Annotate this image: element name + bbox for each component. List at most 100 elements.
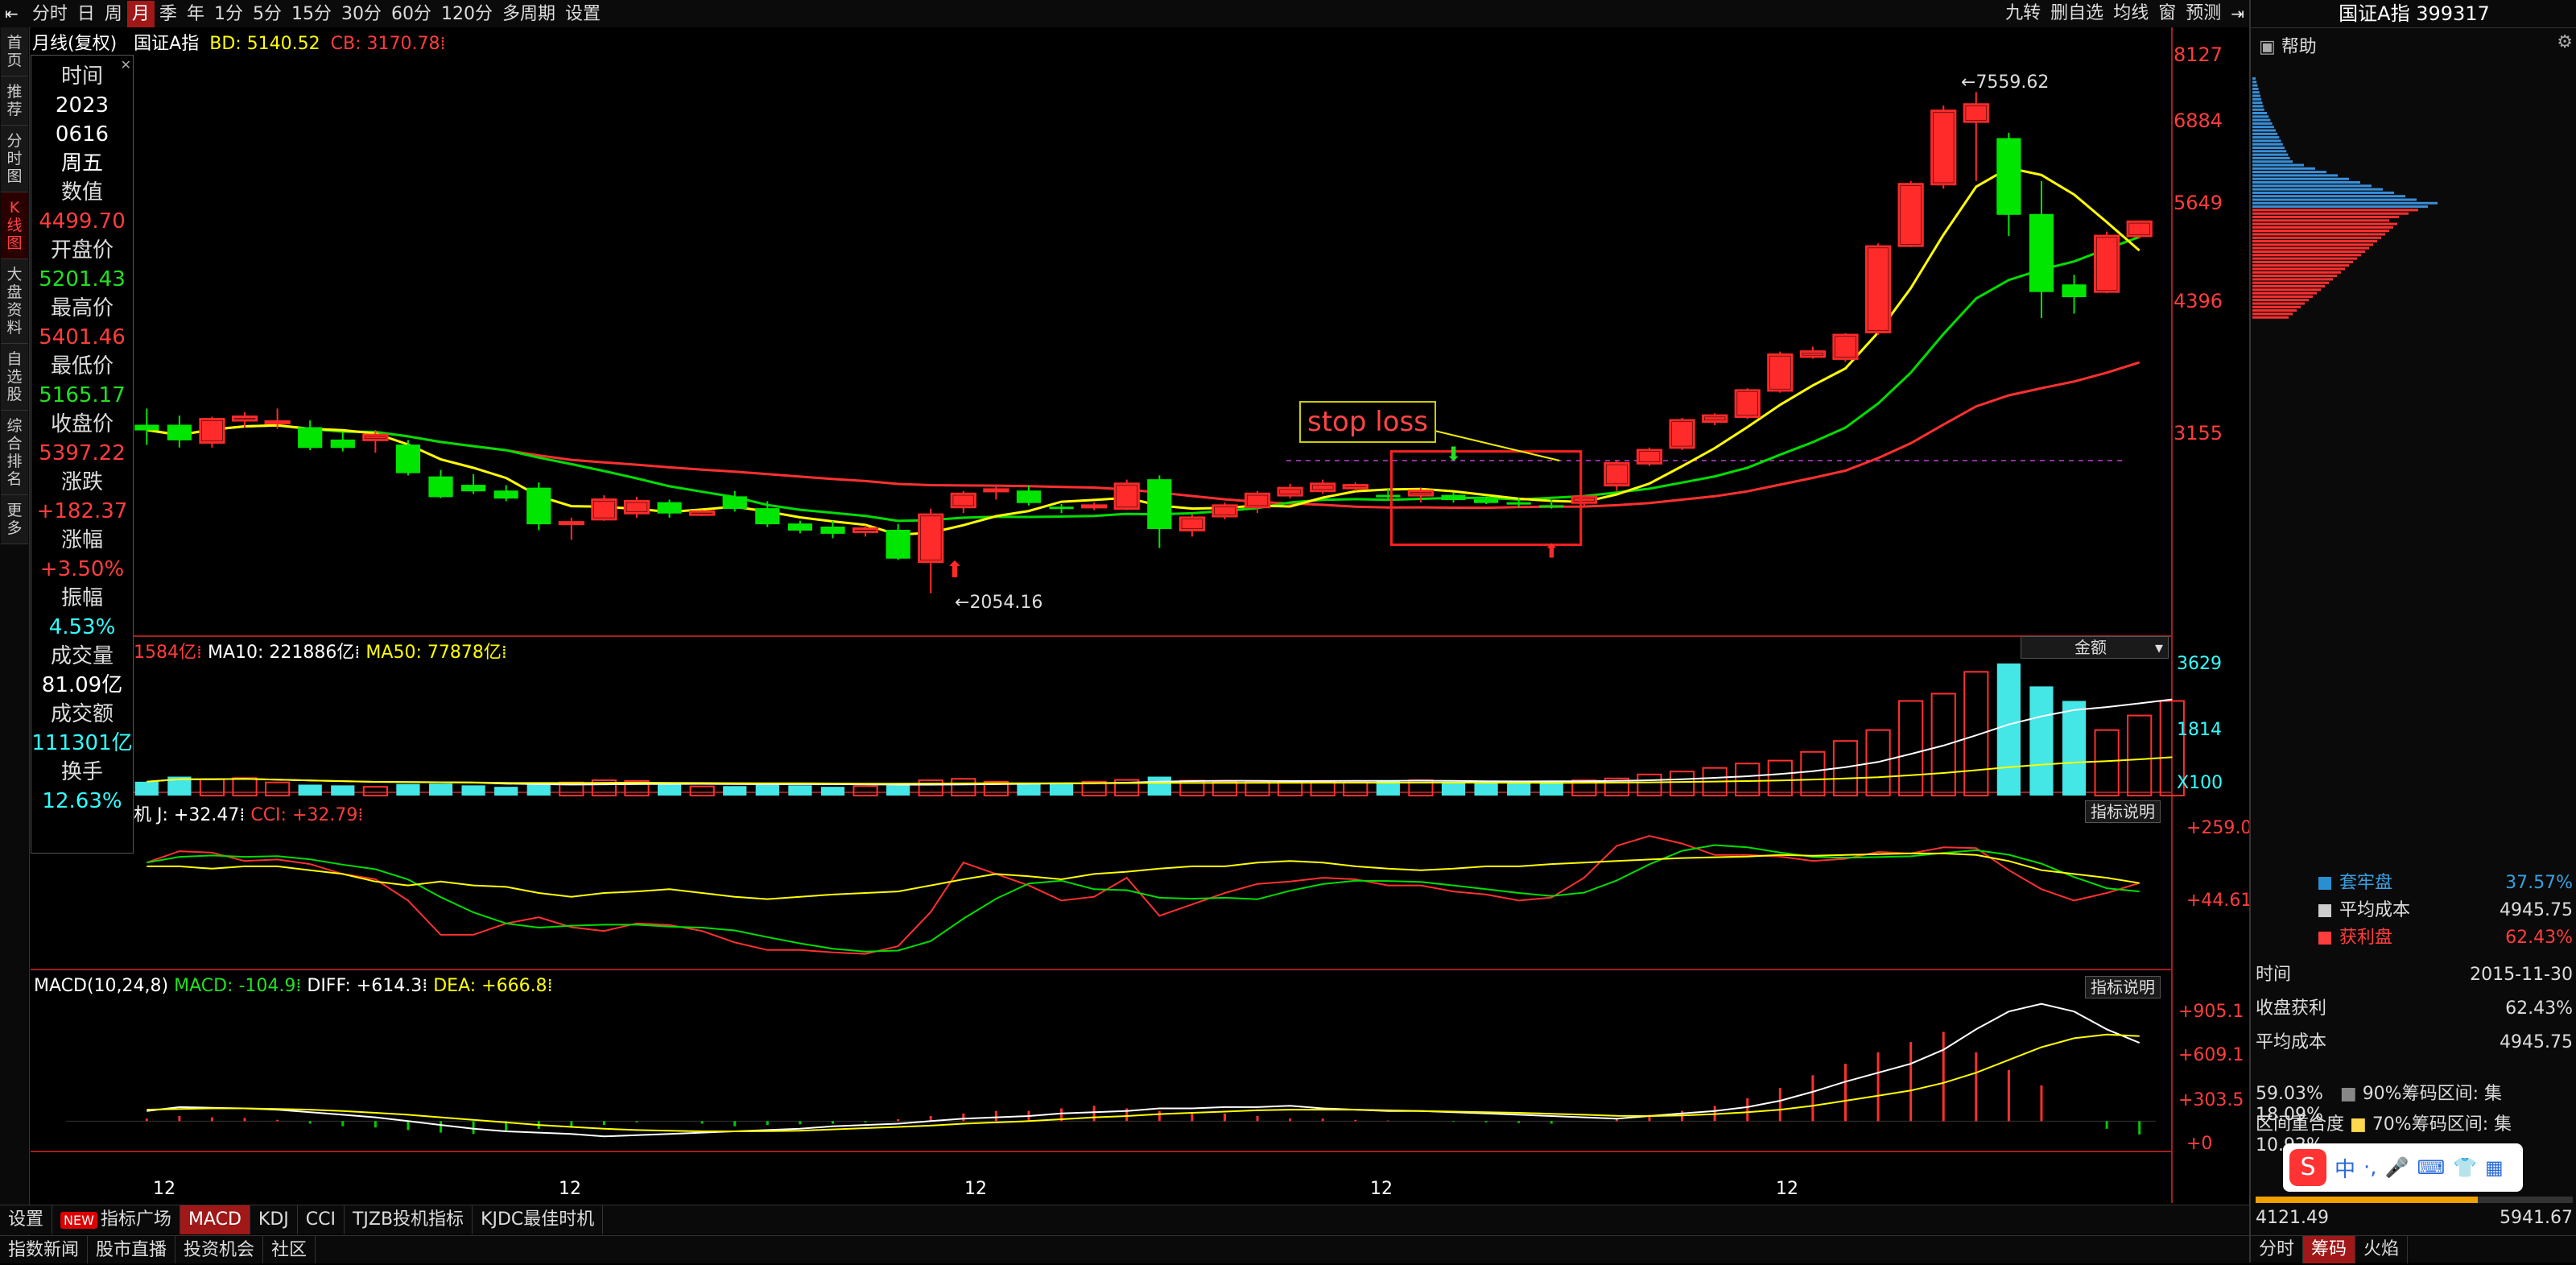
date-value: 0616 [31, 120, 133, 149]
toolbar-right-btn[interactable]: 删自选 [2046, 0, 2108, 27]
news-tab[interactable]: 投资机会 [175, 1236, 263, 1263]
period-tab[interactable]: 120分 [436, 1, 497, 28]
period-tab[interactable]: 多周期 [497, 1, 560, 28]
candle-body [691, 511, 714, 515]
macd-help-button[interactable]: 指标说明 [2085, 976, 2161, 998]
left-nav-tab[interactable]: 自选股 [1, 344, 28, 411]
candle-body [853, 528, 877, 531]
left-nav-tab[interactable]: 更多 [1, 495, 28, 544]
candle-fill [953, 495, 973, 505]
toolbar-right-btn[interactable]: 均线 [2108, 0, 2153, 27]
news-tab[interactable]: 股市直播 [88, 1236, 175, 1263]
chip-tab[interactable]: 分时 [2251, 1236, 2303, 1263]
left-nav-tab[interactable]: 推荐 [1, 76, 28, 126]
ime-punct-icon[interactable]: ·, [2363, 1155, 2377, 1180]
ime-skin-icon[interactable]: 👕 [2453, 1156, 2477, 1179]
left-nav-tab[interactable]: 分时图 [1, 126, 28, 192]
candle-body [559, 523, 583, 524]
close-icon[interactable]: ✕ [121, 57, 131, 72]
volume-bar [658, 784, 681, 796]
candle-fill [1737, 392, 1757, 415]
period-tab[interactable]: 年 [182, 1, 209, 28]
quote-info-panel: ✕ 时间 2023 0616 周五 数值 4499.70 开盘价 5201.43… [31, 55, 134, 854]
candle-fill [2129, 223, 2149, 234]
indicator-tab[interactable]: CCI [298, 1205, 345, 1234]
news-tab[interactable]: 社区 [263, 1236, 316, 1263]
toolbar-right-btn[interactable]: 九转 [2000, 0, 2046, 27]
candle-body [658, 502, 681, 513]
chip-bar-profit [2252, 229, 2389, 232]
ime-menu-icon[interactable]: ▦ [2485, 1156, 2504, 1179]
period-tab[interactable]: 60分 [386, 1, 436, 28]
period-tab[interactable]: 30分 [336, 1, 386, 28]
candle-fill [1607, 465, 1627, 483]
left-nav-tab[interactable]: 综合排名 [1, 411, 28, 495]
indicator-tab[interactable]: NEW指标广场 [52, 1205, 180, 1234]
candle-fill [1934, 113, 1954, 183]
chip-tab[interactable]: 火焰 [2355, 1236, 2408, 1263]
candle-body [299, 428, 322, 448]
period-tab[interactable]: 15分 [287, 1, 336, 28]
volume-bar [429, 783, 452, 796]
macd-tick: +303.5 [2178, 1090, 2244, 1110]
ime-keyboard-icon[interactable]: ⌨ [2417, 1156, 2445, 1179]
left-nav-tab[interactable]: 大盘资料 [1, 259, 28, 344]
period-tab[interactable]: 周 [100, 1, 127, 28]
period-tab[interactable]: 日 [72, 1, 100, 28]
new-badge: NEW [60, 1212, 97, 1229]
news-tab[interactable]: 指数新闻 [0, 1236, 88, 1263]
x-tick: 12 [153, 1179, 175, 1199]
chip-bar-trapped [2252, 147, 2285, 149]
amount-dropdown[interactable]: 金额 ▾ [2021, 636, 2169, 659]
amt-label: 成交额 [31, 700, 133, 729]
candle-body [331, 440, 354, 447]
chip-bar-trapped [2252, 188, 2383, 191]
candle-fill [1117, 486, 1137, 507]
candle-fill [1672, 422, 1692, 446]
period-tab[interactable]: 月 [127, 1, 155, 28]
vol-ma10: MA10: 221886亿 [208, 643, 354, 663]
period-tab[interactable]: 设置 [560, 1, 605, 28]
chip-tab[interactable]: 筹码 [2303, 1236, 2355, 1263]
indicator-tab[interactable]: MACD [180, 1205, 250, 1234]
back-icon[interactable]: ⇤ [0, 0, 23, 27]
news-tabs: 指数新闻股市直播投资机会社区 [0, 1235, 2249, 1263]
settings-icon[interactable]: ⚙ [2557, 32, 2573, 52]
kdj-help-button[interactable]: 指标说明 [2085, 800, 2161, 823]
indicator-tab[interactable]: 设置 [0, 1205, 52, 1234]
r90-b: 90%筹码区间: 集 [2363, 1084, 2502, 1104]
chip-bar-profit [2252, 216, 2399, 218]
vol-ma-labels: 1584亿⁞ MA10: 221886亿⁞ MA50: 77878亿⁞ [134, 638, 507, 664]
chip-bar-profit [2252, 237, 2381, 239]
indicator-tab[interactable]: KJDC最佳时机 [473, 1205, 603, 1234]
period-tab[interactable]: 1分 [209, 1, 248, 28]
candle-body [461, 486, 485, 491]
period-tab[interactable]: 分时 [27, 1, 72, 28]
help-link[interactable]: ▣ 帮助 [2259, 32, 2317, 58]
volume-bar [1017, 783, 1040, 796]
left-nav-tab[interactable]: 首页 [1, 27, 28, 76]
toolbar-right-btn[interactable]: 窗 [2153, 0, 2181, 27]
sidebar-toggle-icon[interactable]: ⇥ [2226, 0, 2249, 27]
chip-bar-trapped [2252, 136, 2279, 138]
x-tick: 12 [964, 1179, 987, 1199]
change-label: 涨跌 [31, 468, 133, 497]
ime-mic-icon[interactable]: 🎤 [2385, 1156, 2409, 1179]
left-nav-tab[interactable]: K线图 [1, 192, 28, 259]
candle-body [821, 527, 844, 534]
chip-bar-trapped [2252, 171, 2326, 173]
candle-fill [594, 502, 614, 518]
toolbar-right-btn[interactable]: 预测 [2181, 0, 2226, 27]
indicator-tab[interactable]: TJZB投机指标 [345, 1205, 473, 1234]
ime-lang-icon[interactable]: 中 [2334, 1153, 2355, 1183]
volume-bar [788, 785, 811, 796]
r70-b: 70%筹码区间: 集 [2372, 1114, 2512, 1135]
period-tab[interactable]: 5分 [248, 1, 287, 28]
indicator-tab[interactable]: KDJ [250, 1205, 298, 1234]
period-tab[interactable]: 季 [155, 1, 182, 28]
price-scale-bar [2256, 1197, 2573, 1203]
kline-chart[interactable]: ⬆⬆⬇ [31, 27, 2249, 1205]
chip-bar-trapped [2252, 167, 2315, 170]
ime-toolbar[interactable]: S 中 ·, 🎤 ⌨ 👕 ▦ [2283, 1143, 2523, 1192]
left-nav-label: 分时图 [6, 132, 22, 185]
